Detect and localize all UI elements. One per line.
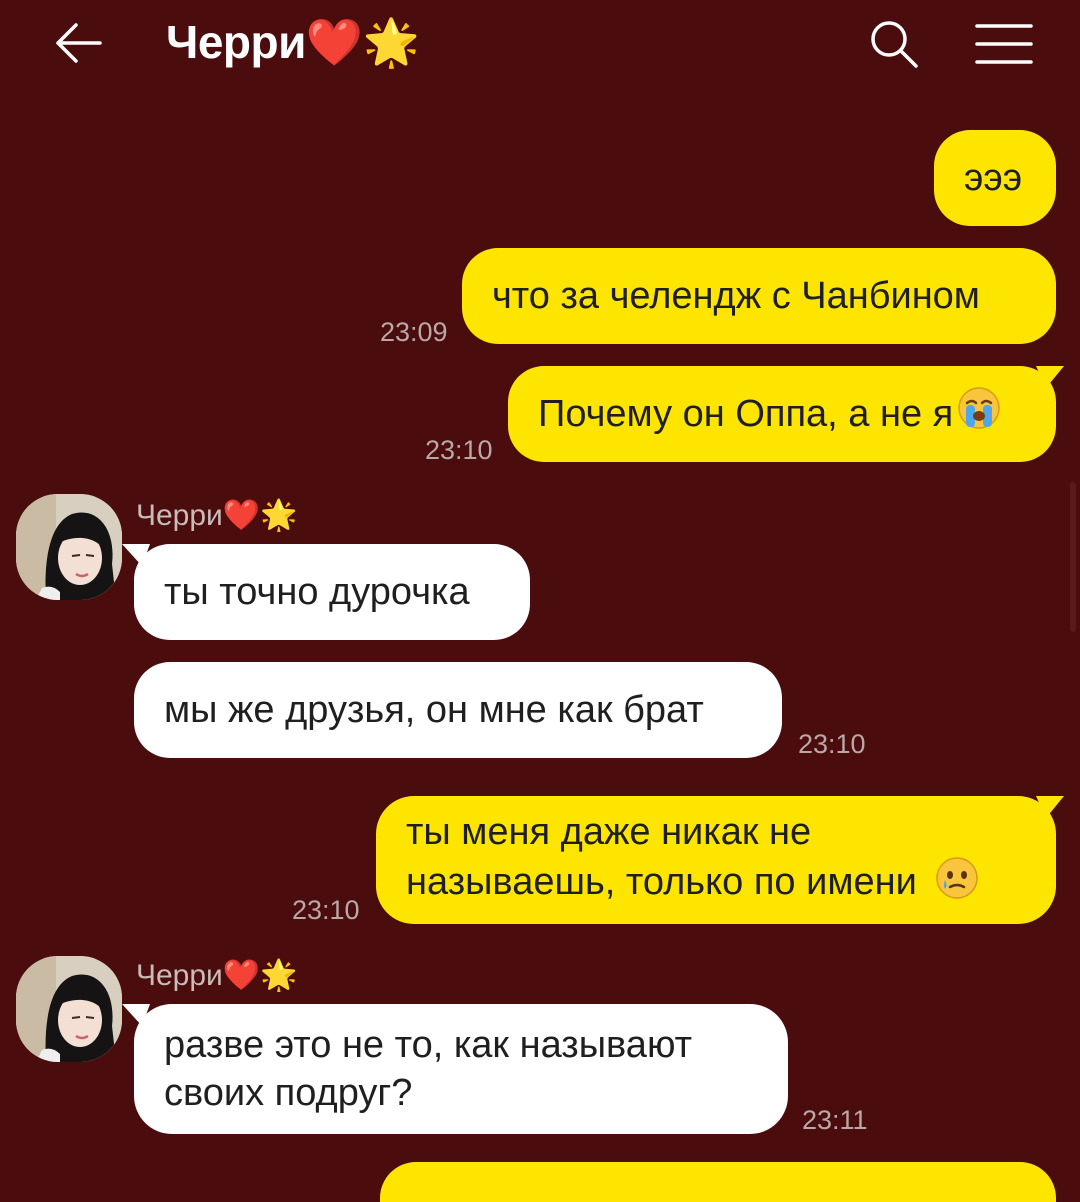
message-bubble-outgoing[interactable]: что за челендж с Чанбином — [462, 248, 1056, 344]
loudly-crying-face-icon — [957, 386, 1001, 442]
message-text-line-content: называешь, только по имени — [406, 861, 917, 904]
message-text-line: ты меня даже никак не — [406, 811, 812, 853]
contact-avatar[interactable] — [16, 494, 122, 600]
message-bubble-incoming[interactable]: разве это не то, как называют своих подр… — [134, 1004, 788, 1134]
chat-header: Черри❤️🌟 — [0, 0, 1080, 90]
message-text: мы же друзья, он мне как брат — [164, 689, 704, 731]
message-timestamp: 23:10 — [798, 729, 866, 759]
arrow-left-icon — [56, 23, 102, 63]
bubble-tail — [1036, 366, 1064, 388]
sender-name: Черри❤️🌟 — [136, 499, 298, 532]
message-text: ты точно дурочка — [164, 571, 470, 613]
message-timestamp: 23:10 — [425, 435, 493, 465]
message-text-line: своих подруг? — [164, 1072, 413, 1114]
search-button[interactable] — [864, 14, 924, 74]
scrollbar[interactable] — [1070, 482, 1076, 632]
message-text: эээ — [964, 157, 1023, 199]
message-bubble-outgoing[interactable]: ты меня даже никак не называешь, только … — [376, 796, 1056, 924]
message-text: что за челендж с Чанбином — [492, 275, 980, 317]
message-text: Почему он Оппа, а не я — [538, 393, 954, 435]
message-timestamp: 23:10 — [292, 895, 360, 925]
hamburger-menu-icon — [975, 24, 1033, 64]
menu-button[interactable] — [972, 14, 1036, 74]
message-text-line: называешь, только по имени — [406, 856, 979, 912]
message-text-line: разве это не то, как называют — [164, 1024, 693, 1066]
message-bubble-incoming[interactable]: мы же друзья, он мне как брат — [134, 662, 782, 758]
message-bubble-incoming[interactable]: ты точно дурочка — [134, 544, 530, 640]
message-timestamp: 23:11 — [802, 1105, 868, 1135]
face-holding-back-tears-icon — [935, 856, 979, 912]
back-button[interactable] — [50, 14, 108, 72]
sender-name: Черри❤️🌟 — [136, 959, 298, 992]
search-icon — [871, 21, 918, 68]
message-bubble-outgoing[interactable]: Почему он Оппа, а не я — [508, 366, 1056, 462]
chat-title: Черри❤️🌟 — [166, 16, 420, 68]
contact-avatar[interactable] — [16, 956, 122, 1062]
message-bubble-outgoing-partial[interactable] — [380, 1162, 1056, 1202]
bubble-tail — [1036, 796, 1064, 818]
message-timestamp: 23:09 — [380, 317, 448, 347]
message-bubble-outgoing[interactable]: эээ — [934, 130, 1056, 226]
